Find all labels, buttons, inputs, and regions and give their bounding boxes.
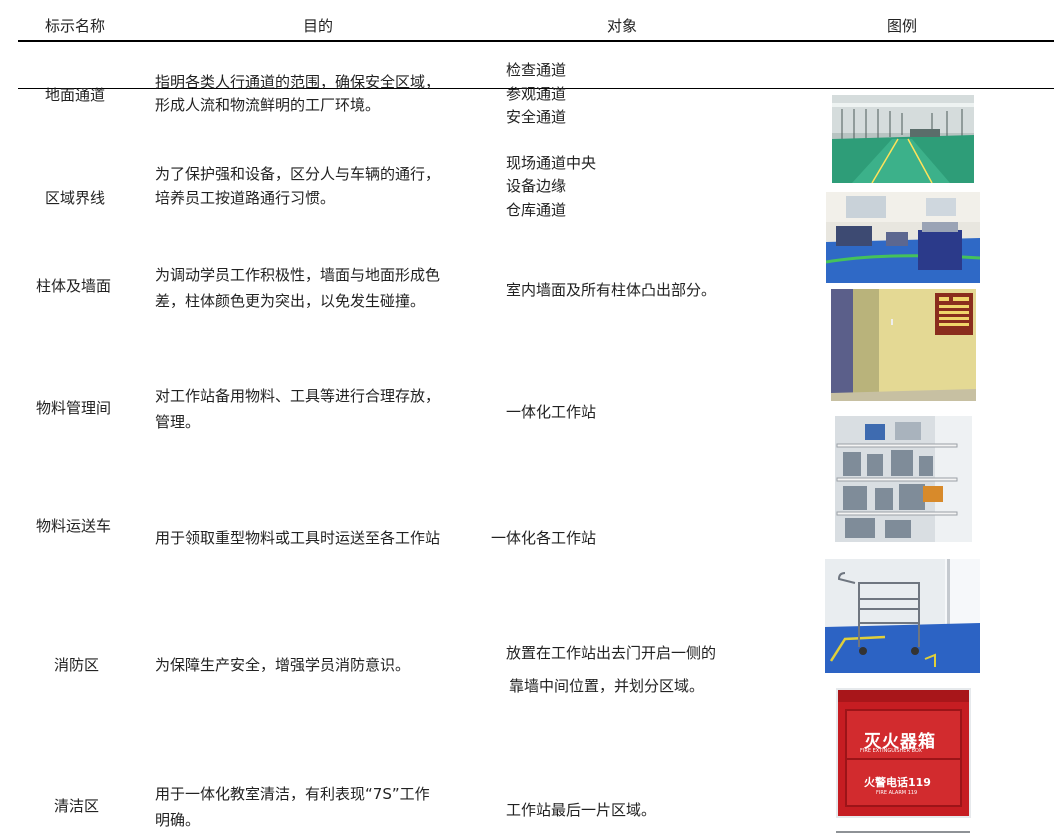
fire-box-alarm: 火警电话119 — [864, 776, 931, 789]
row-purpose-line: 管理。 — [155, 413, 201, 431]
row-purpose-line: 对工作站备用物料、工具等进行合理存放， — [155, 387, 441, 405]
row-target-line: 参观通道 — [506, 85, 567, 103]
header-rule — [18, 40, 1054, 42]
row-target-line: 设备边缘 — [506, 177, 567, 195]
row-name: 物料管理间 — [36, 399, 112, 417]
header-target: 对象 — [607, 17, 638, 35]
row-purpose-line: 为保障生产安全，增强学员消防意识。 — [155, 656, 411, 674]
row-purpose-line: 指明各类人行通道的范围，确保安全区域， — [155, 73, 441, 91]
transport-cart-photo — [825, 559, 980, 673]
header-image: 图例 — [887, 17, 918, 35]
header-name: 标示名称 — [45, 17, 106, 35]
row-name: 柱体及墙面 — [36, 277, 112, 295]
fire-box-subtitle: FIRE EXTINGUISHER BOX — [860, 748, 922, 754]
area-boundary-photo — [826, 192, 980, 283]
row-target-line: 仓库通道 — [506, 201, 567, 219]
row-purpose-line: 用于一体化教室清洁，有利表现“7S”工作 — [155, 785, 430, 803]
row-purpose-line: 差，柱体颜色更为突出，以免发生碰撞。 — [155, 292, 426, 310]
row-name: 区域界线 — [45, 189, 106, 207]
row-name: 地面通道 — [45, 86, 106, 104]
row-target-line: 放置在工作站出去门开启一侧的 — [506, 644, 717, 662]
row-target-line: 室内墙面及所有柱体凸出部分。 — [506, 281, 717, 299]
fire-box-alarm-en: FIRE ALARM 119 — [876, 790, 918, 796]
row-purpose-line: 培养员工按道路通行习惯。 — [155, 189, 336, 207]
row-target-line: 靠墙中间位置，并划分区域。 — [509, 677, 705, 695]
pillar-wall-photo — [831, 289, 976, 401]
row-target-line: 一体化工作站 — [506, 403, 597, 421]
row-target-line: 安全通道 — [506, 108, 567, 126]
row-purpose-line: 形成人流和物流鲜明的工厂环境。 — [155, 96, 381, 114]
fire-box-photo: 灭火器箱 FIRE EXTINGUISHER BOX 火警电话119 FIRE … — [836, 688, 971, 818]
row-target-line: 工作站最后一片区域。 — [506, 801, 657, 819]
row-purpose-line: 用于领取重型物料或工具时运送至各工作站 — [155, 529, 441, 547]
floor-passage-photo — [832, 95, 974, 183]
row-purpose-line: 为调动学员工作积极性，墙面与地面形成色 — [155, 266, 441, 284]
row-name: 消防区 — [54, 656, 100, 674]
header-purpose: 目的 — [303, 17, 334, 35]
row-name: 物料运送车 — [36, 517, 112, 535]
row-name: 清洁区 — [54, 797, 100, 815]
row-target-line: 现场通道中央 — [506, 154, 597, 172]
row-target-line: 检查通道 — [506, 61, 567, 79]
row-purpose-line: 明确。 — [155, 811, 201, 829]
material-room-photo — [835, 416, 972, 542]
row-target-line: 一体化各工作站 — [491, 529, 597, 547]
row-purpose-line: 为了保护强和设备，区分人与车辆的通行， — [155, 165, 441, 183]
